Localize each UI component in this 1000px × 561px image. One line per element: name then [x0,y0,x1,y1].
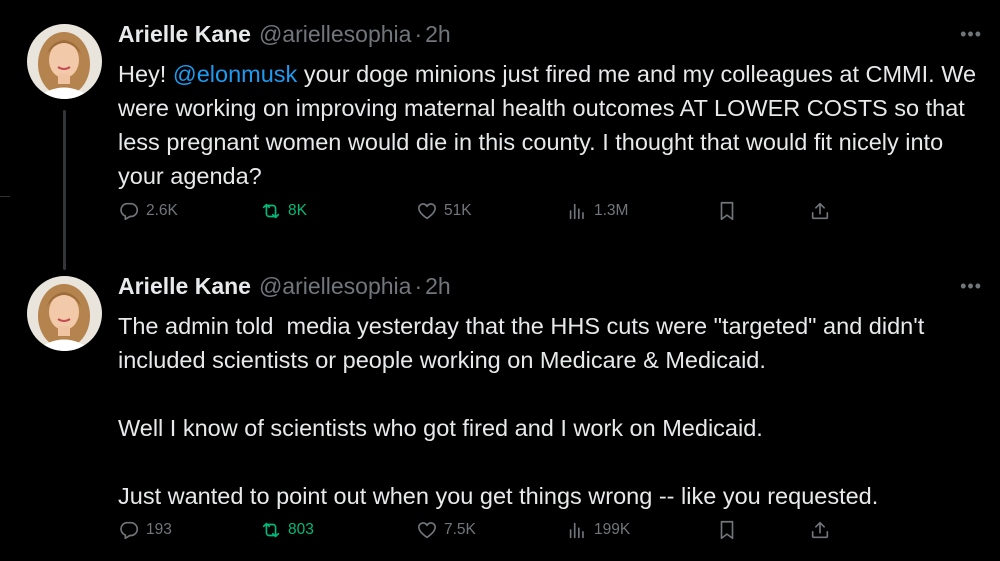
views-button[interactable]: 1.3M [566,200,628,222]
views-icon [569,522,584,539]
repost-icon [262,203,280,219]
author-name[interactable]: Arielle Kane [118,21,251,48]
more-icon[interactable]: ••• [960,276,982,297]
reply-icon [120,202,139,221]
views-icon [569,203,584,220]
view-count: 1.3M [594,202,629,219]
tweet-text: Hey! @elonmusk your doge minions just fi… [118,57,988,193]
tweet-header: Arielle Kane @ariellesophia · 2h [118,20,451,48]
reply-count: 2.6K [146,202,178,219]
author-handle[interactable]: @ariellesophia [259,21,412,48]
view-count: 199K [594,521,631,538]
thread-connector-line [63,110,66,270]
reply-button[interactable]: 2.6K [118,200,178,222]
reply-count: 193 [146,521,172,538]
heart-icon [417,522,437,539]
separator: · [414,272,423,299]
bookmark-icon [720,201,734,221]
author-handle[interactable]: @ariellesophia [259,273,412,300]
like-button[interactable]: 51K [416,200,472,222]
share-icon [811,202,829,220]
like-button[interactable]: 7.5K [416,519,476,541]
avatar[interactable] [27,276,102,351]
tweet-text: The admin told media yesterday that the … [118,313,925,509]
share-button[interactable] [809,200,831,222]
tweet-header: Arielle Kane @ariellesophia · 2h [118,272,451,300]
share-icon [811,521,829,539]
repost-count: 8K [288,202,307,219]
views-button[interactable]: 199K [566,519,630,541]
left-edge-divider [0,196,10,197]
author-name[interactable]: Arielle Kane [118,273,251,300]
heart-icon [417,203,437,220]
separator: · [414,20,423,47]
tweet-actions: 2.6K 8K 51K 1.3M [118,200,838,230]
bookmark-button[interactable] [716,200,738,222]
bookmark-icon [720,520,734,540]
repost-button[interactable]: 8K [260,200,307,222]
repost-count: 803 [288,521,314,538]
timestamp[interactable]: 2h [425,273,451,300]
reply-button[interactable]: 193 [118,519,172,541]
bookmark-button[interactable] [716,519,738,541]
avatar[interactable] [27,24,102,99]
share-button[interactable] [809,519,831,541]
more-icon[interactable]: ••• [960,24,982,45]
tweet-actions: 193 803 7.5K 199K [118,519,838,549]
tweet-text-start: Hey! [118,61,173,87]
mention-link[interactable]: @elonmusk [173,61,297,87]
timestamp[interactable]: 2h [425,21,451,48]
like-count: 51K [444,202,472,219]
repost-button[interactable]: 803 [260,519,314,541]
repost-icon [262,522,280,538]
like-count: 7.5K [444,521,476,538]
reply-icon [120,521,139,540]
